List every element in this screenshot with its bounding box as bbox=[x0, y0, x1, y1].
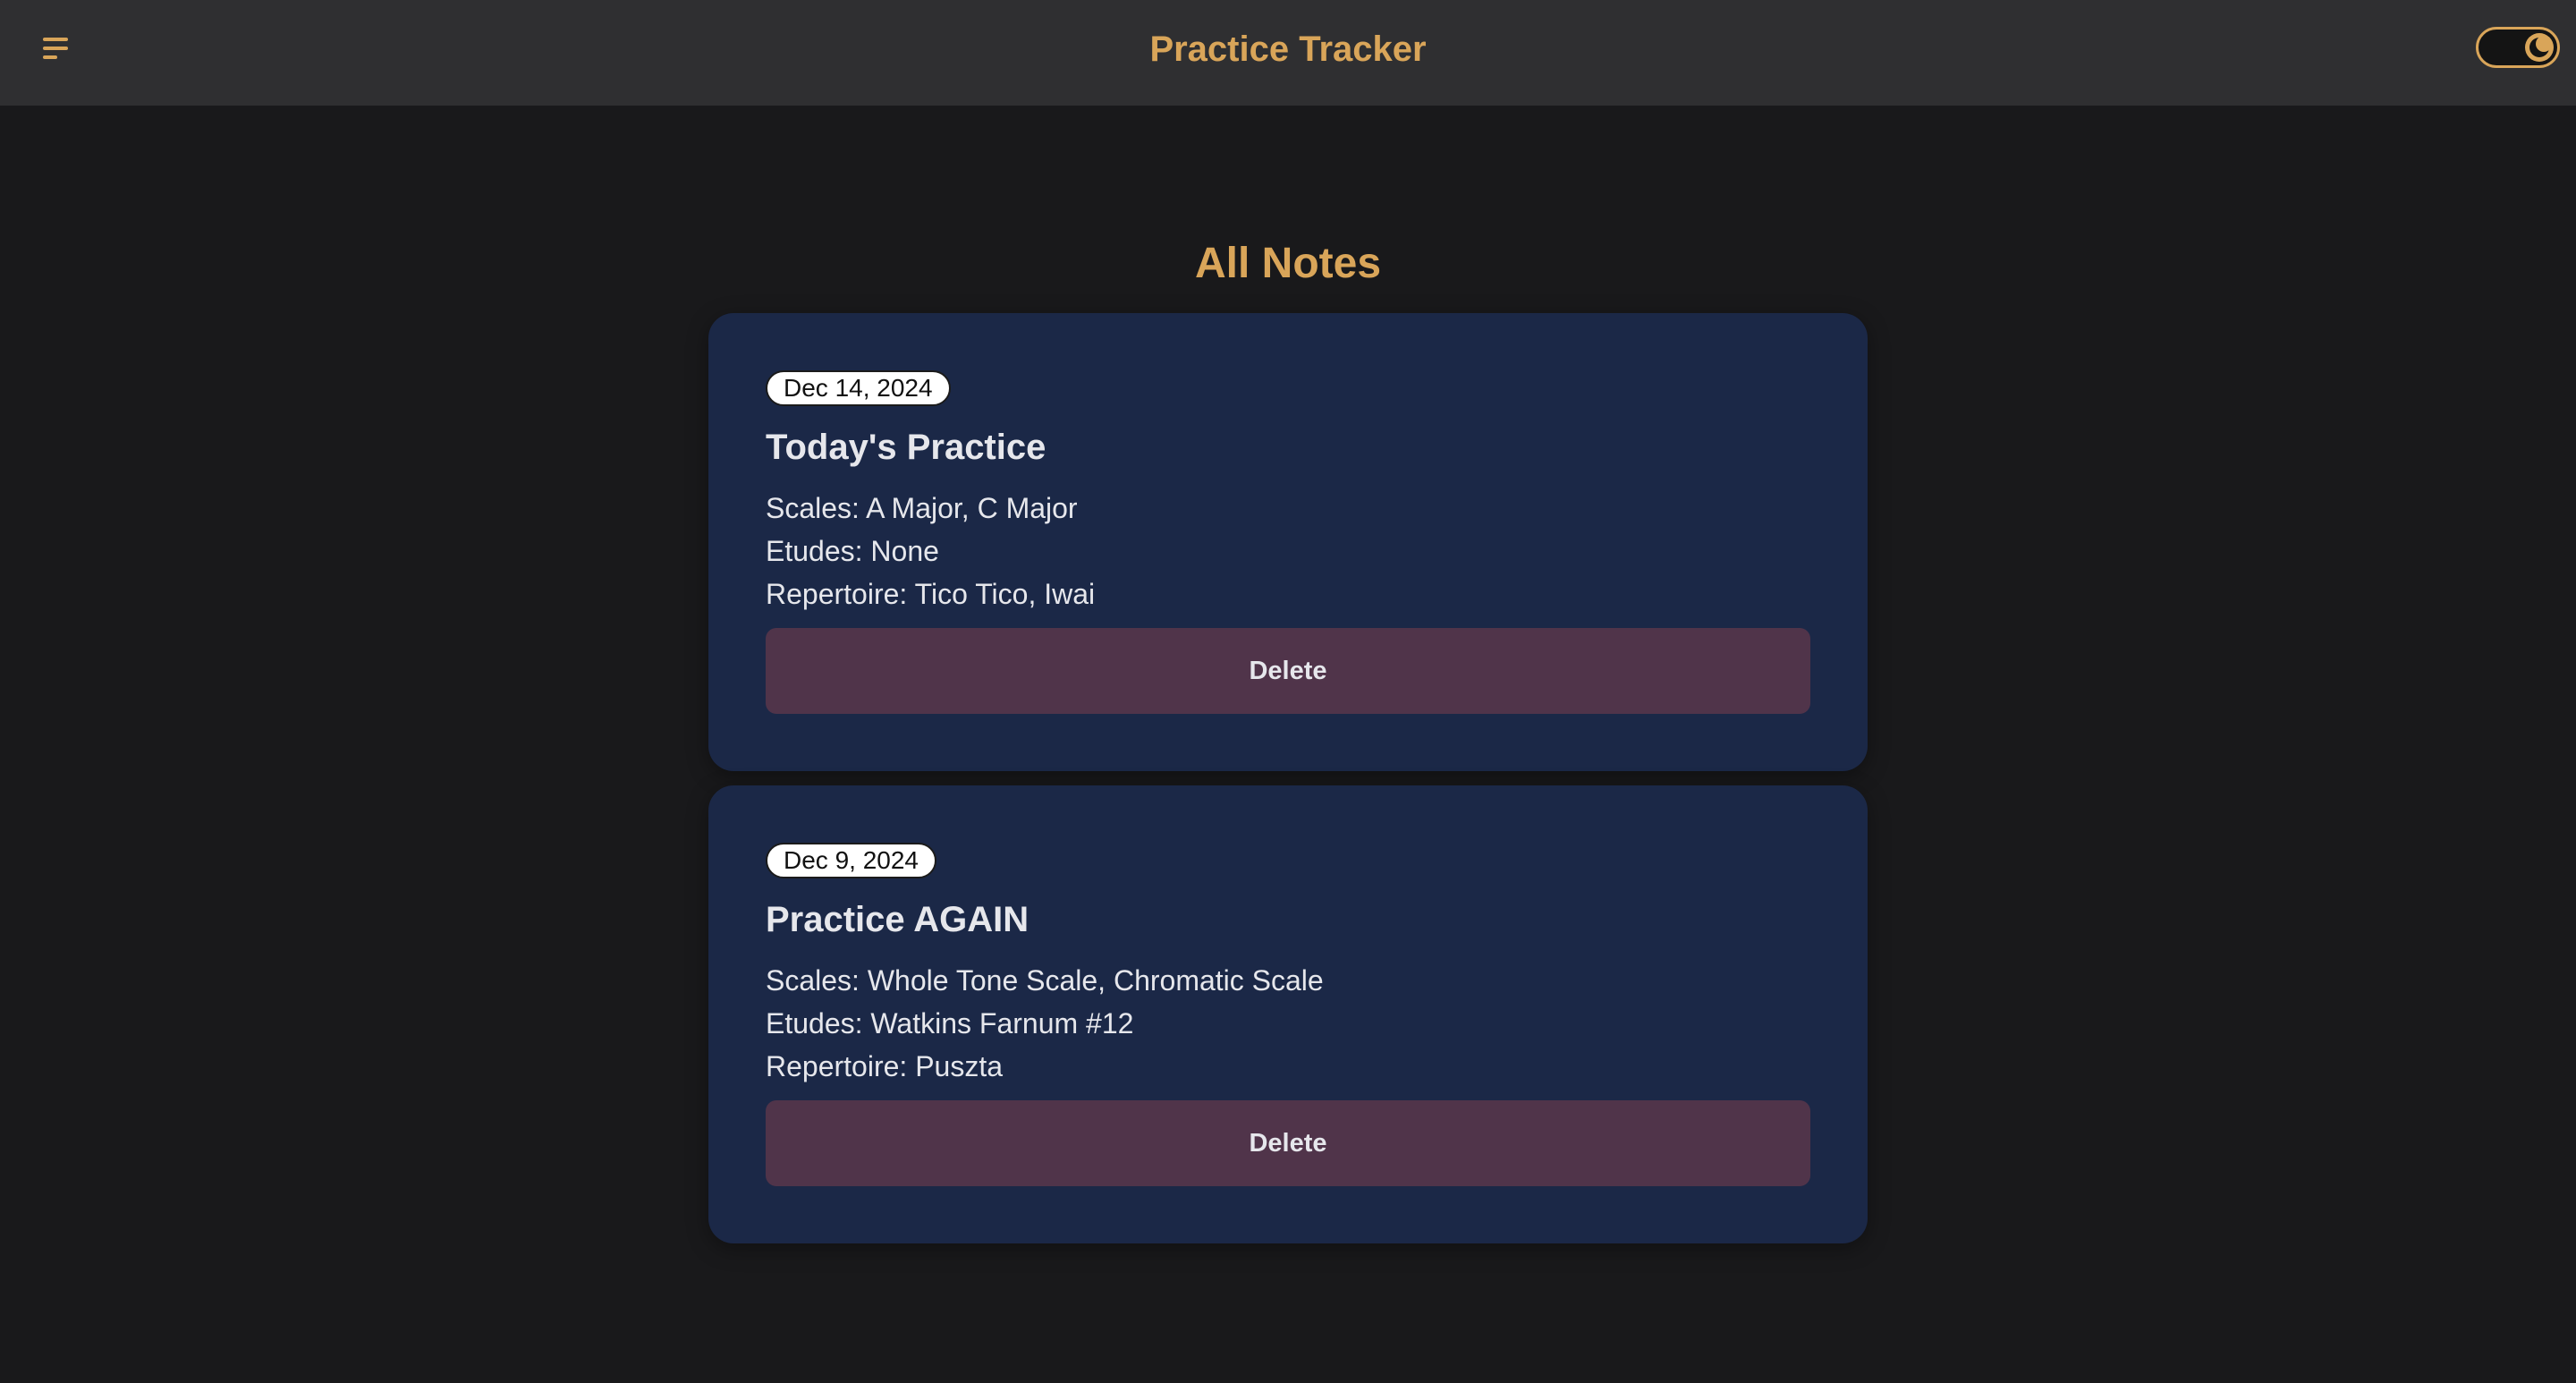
note-title: Practice AGAIN bbox=[766, 900, 1030, 939]
page-heading: All Notes bbox=[1194, 240, 1382, 287]
note-details: Scales: Whole Tone Scale, Chromatic Scal… bbox=[766, 959, 1810, 1088]
theme-toggle[interactable] bbox=[2476, 27, 2560, 68]
date-badge: Dec 9, 2024 bbox=[766, 843, 936, 878]
note-card: Dec 14, 2024 Today's Practice Scales: A … bbox=[708, 313, 1868, 771]
delete-button[interactable]: Delete bbox=[766, 1100, 1810, 1186]
top-bar: Practice Tracker bbox=[0, 0, 2576, 106]
note-details: Scales: A Major, C Major Etudes: None Re… bbox=[766, 487, 1810, 615]
app-title: Practice Tracker bbox=[1149, 30, 1427, 69]
note-scales: Scales: A Major, C Major bbox=[766, 492, 1078, 524]
note-etudes: Etudes: None bbox=[766, 535, 939, 567]
note-etudes: Etudes: Watkins Farnum #12 bbox=[766, 1007, 1134, 1039]
note-card: Dec 9, 2024 Practice AGAIN Scales: Whole… bbox=[708, 785, 1868, 1243]
toggle-knob bbox=[2525, 33, 2554, 62]
note-repertoire: Repertoire: Tico Tico, Iwai bbox=[766, 578, 1096, 610]
delete-button[interactable]: Delete bbox=[766, 628, 1810, 714]
note-repertoire: Repertoire: Puszta bbox=[766, 1050, 1004, 1082]
moon-icon bbox=[2529, 36, 2552, 57]
note-scales: Scales: Whole Tone Scale, Chromatic Scal… bbox=[766, 964, 1324, 997]
date-badge: Dec 14, 2024 bbox=[766, 370, 951, 406]
note-title: Today's Practice bbox=[766, 428, 1046, 467]
